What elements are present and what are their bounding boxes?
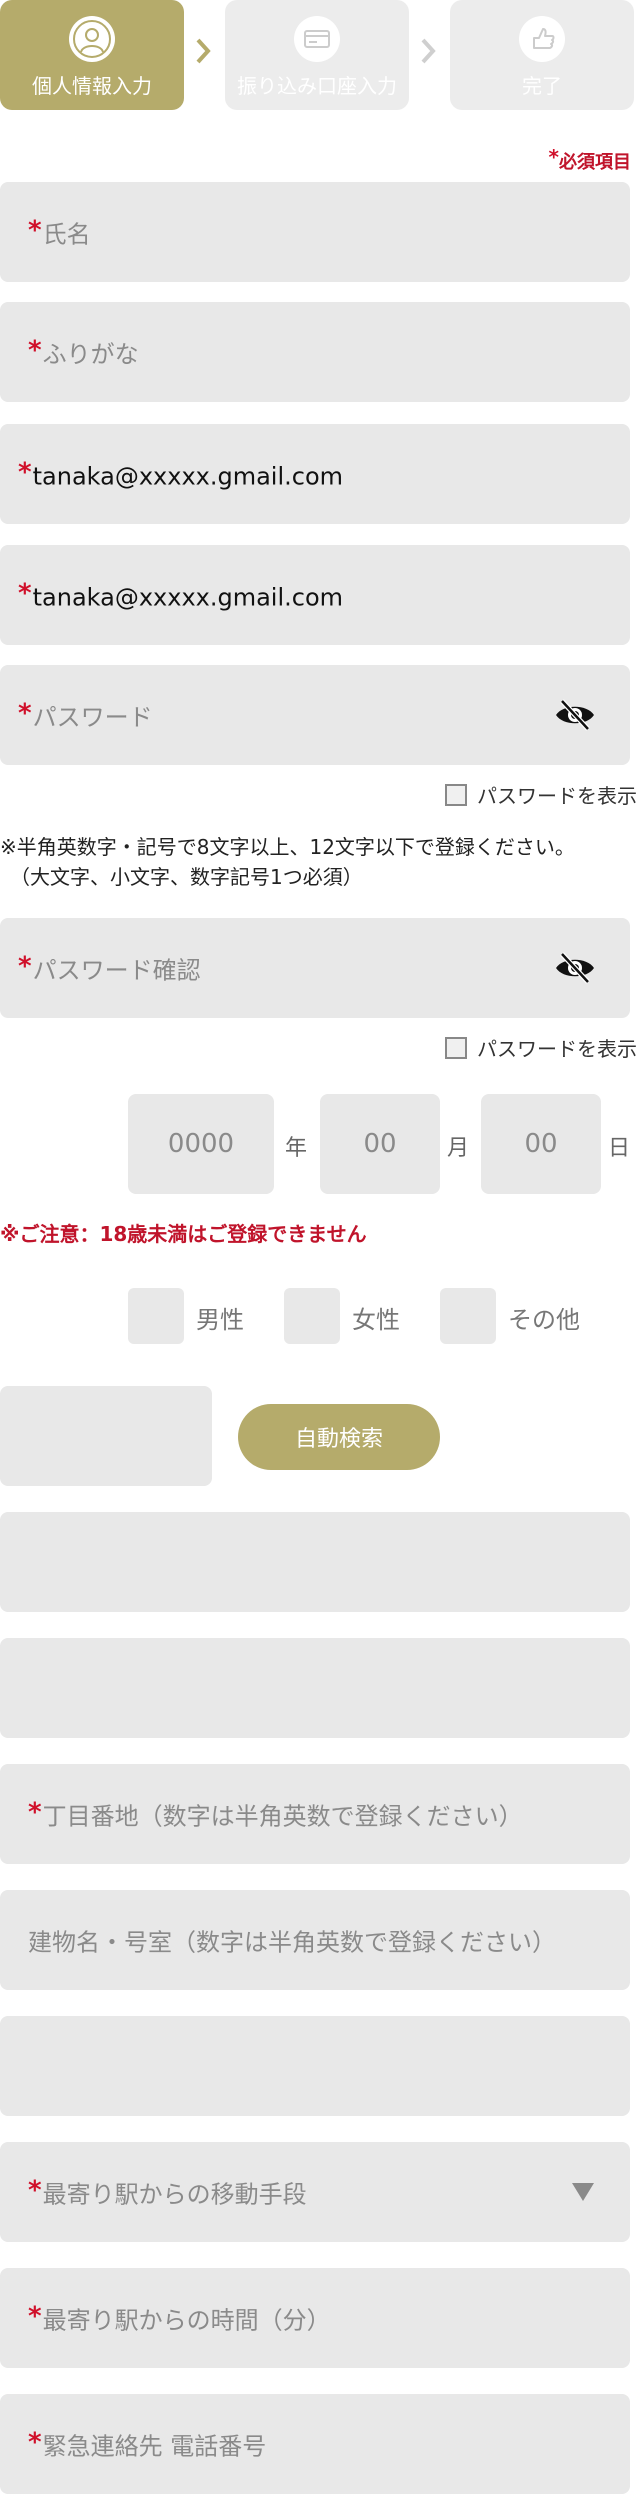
month-unit: 月 [447,1136,470,1161]
auto-search-button[interactable]: 自動検索 [238,1404,440,1470]
city-input[interactable] [0,1638,630,1738]
email-value: *tanaka@xxxxx.gmail.com [18,458,343,491]
step-personal-info: 個人情報入力 [0,0,184,110]
birth-day-input[interactable]: 00 [481,1094,601,1194]
station-time-placeholder: *最寄り駅からの時間（分） [28,2301,331,2336]
email-confirm-value: *tanaka@xxxxx.gmail.com [18,579,343,612]
address-block-input[interactable]: *丁目番地（数字は半角英数で登録ください） [0,1764,630,1864]
birth-month-input[interactable]: 00 [320,1094,440,1194]
furigana-input[interactable]: *ふりがな [0,302,630,402]
name-placeholder: *氏名 [28,215,91,250]
transport-select[interactable]: *最寄り駅からの移動手段 [0,2142,630,2242]
password-rules-note: ※半角英数字・記号で8文字以上、12文字以下で登録ください。 （大文字、小文字、… [0,835,575,889]
required-asterisk: * [18,578,32,609]
required-asterisk: * [28,215,42,246]
email-input[interactable]: *tanaka@xxxxx.gmail.com [0,424,630,524]
placeholder-text: 最寄り駅からの移動手段 [42,2180,307,2209]
eye-slash-icon[interactable] [554,699,596,731]
required-fields-note: *必須項目 [549,145,631,174]
required-asterisk: * [28,335,42,366]
gender-male-radio[interactable] [128,1288,184,1344]
email-confirm-input[interactable]: *tanaka@xxxxx.gmail.com [0,545,630,645]
step-label: 振り込み口座入力 [237,74,397,98]
placeholder-text: 緊急連絡先 電話番号 [42,2432,267,2461]
show-password-confirm-toggle[interactable]: パスワードを表示 [445,1033,637,1062]
step-bank-account: 振り込み口座入力 [225,0,409,110]
required-note-text: 必須項目 [559,152,631,173]
gender-other-radio[interactable] [440,1288,496,1344]
age-warning: ※ご注意：18歳未満はご登録できません [0,1222,367,1246]
placeholder-text: 丁目番地（数字は半角英数で登録ください） [42,1802,523,1831]
password-placeholder: *パスワード [18,698,153,733]
station-time-input[interactable]: *最寄り駅からの時間（分） [0,2268,630,2368]
building-input[interactable]: 建物名・号室（数字は半角英数で登録ください） [0,1890,630,1990]
required-asterisk: * [28,2427,42,2458]
show-password-checkbox[interactable] [445,1036,467,1059]
placeholder-text: パスワード [32,703,153,732]
input-value: tanaka@xxxxx.gmail.com [32,462,344,491]
emergency-phone-input[interactable]: *緊急連絡先 電話番号 [0,2394,630,2494]
step-label: 個人情報入力 [32,74,152,98]
transport-placeholder: *最寄り駅からの移動手段 [28,2175,307,2210]
eye-slash-icon[interactable] [554,952,596,984]
gender-female-radio[interactable] [284,1288,340,1344]
input-value: tanaka@xxxxx.gmail.com [32,583,344,612]
postal-code-input[interactable] [0,1386,212,1486]
placeholder-text: 氏名 [42,220,91,249]
name-input[interactable]: *氏名 [0,182,630,282]
show-password-label: パスワードを表示 [477,784,637,808]
show-password-label: パスワードを表示 [477,1037,637,1061]
year-unit: 年 [285,1136,308,1161]
building-placeholder: 建物名・号室（数字は半角英数で登録ください） [28,1928,556,1957]
show-password-checkbox[interactable] [445,783,467,806]
birth-year-input[interactable]: 0000 [128,1094,274,1194]
prefecture-input[interactable] [0,1512,630,1612]
address-block-placeholder: *丁目番地（数字は半角英数で登録ください） [28,1797,523,1832]
placeholder-text: 最寄り駅からの時間（分） [42,2306,331,2335]
password-input[interactable]: *パスワード [0,665,630,765]
step-complete: 完了 [450,0,634,110]
day-unit: 日 [608,1136,631,1161]
required-asterisk: * [28,2175,42,2206]
password-confirm-input[interactable]: *パスワード確認 [0,918,630,1018]
password-confirm-placeholder: *パスワード確認 [18,951,201,986]
furigana-placeholder: *ふりがな [28,335,139,370]
placeholder-text: パスワード確認 [32,956,201,985]
step-label: 完了 [522,74,562,98]
placeholder-text: ふりがな [42,340,139,369]
required-asterisk: * [28,2301,42,2332]
gender-male-label: 男性 [196,1306,244,1334]
chevron-right-icon [196,38,211,64]
gender-other-label: その他 [508,1306,580,1334]
required-asterisk: * [548,145,559,169]
thumbs-up-icon [519,16,565,62]
bank-card-icon [294,16,340,62]
chevron-right-icon [421,38,436,64]
required-asterisk: * [28,1797,42,1828]
gender-female-label: 女性 [352,1306,400,1334]
progress-steps: 個人情報入力 振り込み口座入力 完了 [0,0,641,110]
emergency-phone-placeholder: *緊急連絡先 電話番号 [28,2427,266,2462]
nearest-station-input[interactable] [0,2016,630,2116]
person-icon [69,16,115,62]
required-asterisk: * [18,457,32,488]
required-asterisk: * [18,951,32,982]
dropdown-arrow-icon[interactable] [572,2183,594,2201]
required-asterisk: * [18,698,32,729]
show-password-toggle[interactable]: パスワードを表示 [445,780,637,809]
